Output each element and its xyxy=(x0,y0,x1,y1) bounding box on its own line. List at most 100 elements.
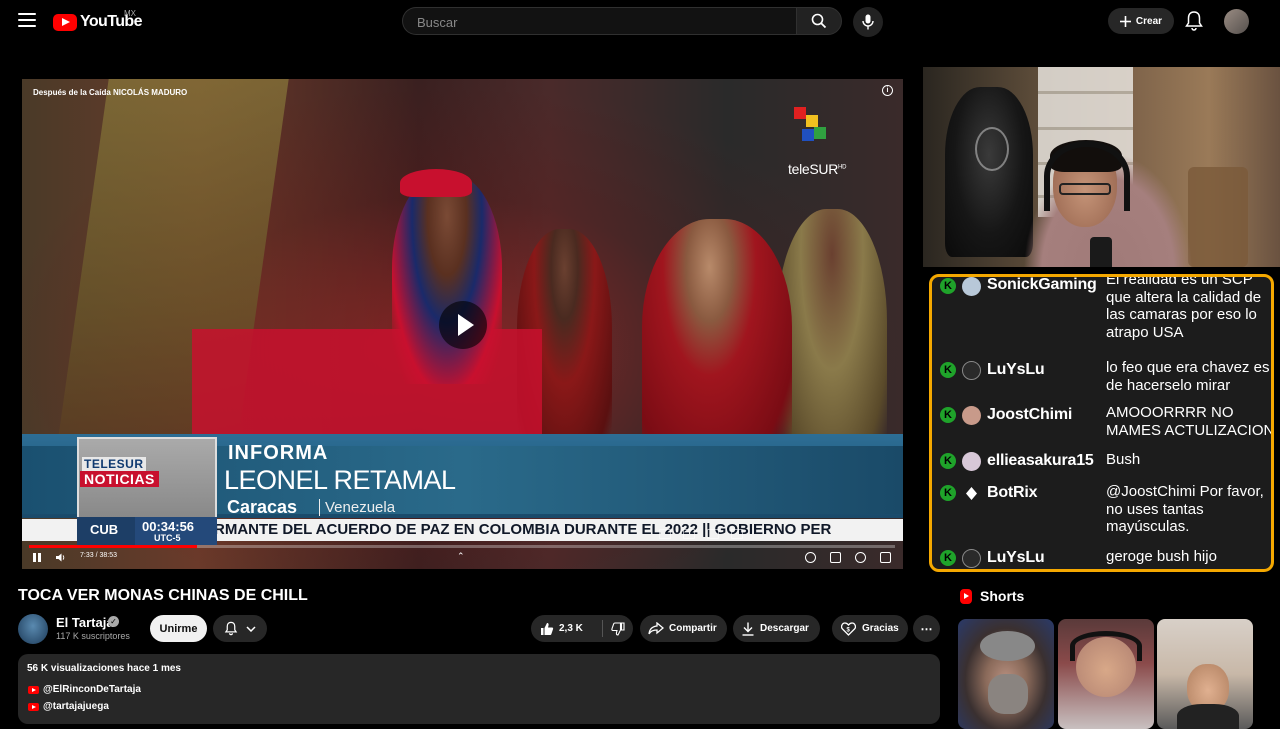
video-player[interactable]: Después de la Caída NICOLÁS MADURO i tel… xyxy=(22,79,903,569)
news-brand-top: TELESUR xyxy=(82,457,146,471)
ticker-clock: 00:34:56 xyxy=(142,519,195,534)
channel-name[interactable]: El Tartaja xyxy=(56,615,114,630)
mini-control-icon[interactable] xyxy=(659,529,671,539)
create-label: Crear xyxy=(1135,15,1163,27)
plus-icon xyxy=(1119,15,1131,27)
svg-text:$: $ xyxy=(847,627,851,633)
create-button[interactable]: Crear xyxy=(1108,8,1174,34)
menu-icon[interactable] xyxy=(18,13,36,27)
lower-third-name: LEONEL RETAMAL xyxy=(224,465,456,495)
account-avatar[interactable] xyxy=(1224,9,1249,34)
hanging-jacket xyxy=(945,87,1033,257)
streamer-webcam xyxy=(923,67,1280,267)
share-icon xyxy=(648,622,664,635)
short-thumbnail[interactable] xyxy=(1058,619,1154,729)
description-box[interactable]: 56 K visualizaciones hace 1 mes @ElRinco… xyxy=(18,654,940,724)
short-thumbnail[interactable] xyxy=(1157,619,1253,729)
video-overlay-title[interactable]: Después de la Caída NICOLÁS MADURO xyxy=(33,88,187,97)
search-button[interactable] xyxy=(796,7,842,35)
channel-avatar[interactable] xyxy=(18,614,48,644)
notifications-bell-icon[interactable] xyxy=(1184,10,1204,32)
miniplayer-icon[interactable] xyxy=(880,552,891,563)
share-button[interactable]: Compartir xyxy=(640,615,727,642)
mini-control-icon[interactable] xyxy=(707,529,719,539)
headset xyxy=(1044,141,1130,211)
like-dislike-group: 2,3 K xyxy=(531,615,633,642)
chat-text: geroge bush hijo xyxy=(1106,548,1217,565)
chevron-down-icon xyxy=(246,625,256,632)
search-box xyxy=(402,7,796,35)
chat-text: El realidad es un SCP que altera la cali… xyxy=(1106,274,1262,341)
ticker-region: CUB xyxy=(90,522,119,537)
youtube-small-icon xyxy=(28,685,39,694)
short-thumbnail[interactable] xyxy=(958,619,1054,729)
subscription-bell-button[interactable] xyxy=(213,615,267,642)
ticker-timezone: UTC-5 xyxy=(154,533,181,543)
like-button[interactable]: 2,3 K xyxy=(531,620,603,637)
thumbs-down-icon xyxy=(611,621,625,636)
chat-username: SonickGaming xyxy=(987,276,1097,293)
user-avatar xyxy=(962,277,981,296)
mini-control-icon[interactable] xyxy=(731,529,743,539)
thumbs-up-icon xyxy=(541,622,554,635)
chat-username: BotRix xyxy=(987,484,1038,501)
lower-third-label: INFORMA xyxy=(228,442,329,464)
autoplay-icon[interactable] xyxy=(805,552,816,563)
news-brand-bottom: NOTICIAS xyxy=(80,471,159,487)
player-controls: 7:33 / 38:53 ⌃ xyxy=(22,529,903,569)
kick-badge-icon: K xyxy=(940,453,956,469)
download-button[interactable]: Descargar xyxy=(733,615,820,642)
info-icon[interactable]: i xyxy=(882,85,893,96)
shorts-header: Shorts xyxy=(960,588,1024,604)
shorts-logo-icon xyxy=(960,588,972,604)
progress-bar[interactable] xyxy=(29,545,895,548)
youtube-play-icon xyxy=(53,13,77,31)
lower-third-country: Venezuela xyxy=(319,499,395,516)
thanks-label: Gracias xyxy=(862,623,899,634)
pause-icon[interactable] xyxy=(33,553,41,562)
user-avatar xyxy=(962,549,981,568)
like-count: 2,3 K xyxy=(559,623,583,634)
play-button[interactable] xyxy=(439,301,487,349)
bot-avatar-icon xyxy=(962,484,981,503)
progress-fill xyxy=(29,545,197,548)
join-button[interactable]: Unirme xyxy=(150,615,207,642)
country-code: MX xyxy=(124,9,136,18)
description-link[interactable]: @ElRinconDeTartaja xyxy=(28,684,141,695)
chat-username: ellieasakura15 xyxy=(987,452,1094,469)
user-avatar xyxy=(962,361,981,380)
chat-text: @JoostChimi Por favor, no uses tantas ma… xyxy=(1106,483,1264,535)
chat-username: LuYsLu xyxy=(987,361,1045,378)
description-link[interactable]: @tartajajuega xyxy=(28,701,109,712)
kick-badge-icon: K xyxy=(940,362,956,378)
verified-check-icon: ✓ xyxy=(108,616,119,627)
chevron-up-icon[interactable]: ⌃ xyxy=(457,551,465,562)
volume-icon[interactable] xyxy=(56,553,66,562)
kick-badge-icon: K xyxy=(940,550,956,566)
kick-badge-icon: K xyxy=(940,407,956,423)
download-label: Descargar xyxy=(760,623,809,634)
subtitles-icon[interactable] xyxy=(830,552,841,563)
kick-badge-icon: K xyxy=(940,485,956,501)
mini-control-icon[interactable] xyxy=(683,529,695,539)
telesur-logo-text: teleSURHD xyxy=(788,161,847,177)
chat-text: lo feo que era chavez es de hacerselo mi… xyxy=(1106,359,1270,394)
user-avatar xyxy=(962,452,981,471)
thanks-button[interactable]: $ Gracias xyxy=(832,615,908,642)
microphone-icon xyxy=(862,14,874,30)
lower-third-city: Caracas xyxy=(227,497,298,517)
chat-username: LuYsLu xyxy=(987,549,1045,566)
kick-badge-icon: K xyxy=(940,278,956,294)
chat-text: AMOOORRRR NO MAMES ACTULIZACION xyxy=(1106,404,1274,439)
top-bar: YouTube MX Crear xyxy=(0,0,1280,44)
shorts-title: Shorts xyxy=(980,588,1025,604)
settings-gear-icon[interactable] xyxy=(855,552,866,563)
more-actions-button[interactable]: ⋯ xyxy=(913,615,940,642)
search-icon xyxy=(811,13,827,29)
search-input[interactable] xyxy=(415,14,779,31)
voice-search-button[interactable] xyxy=(853,7,883,37)
time-display: 7:33 / 38:53 xyxy=(80,552,117,559)
download-icon xyxy=(742,622,754,636)
dislike-button[interactable] xyxy=(603,621,633,636)
share-label: Compartir xyxy=(669,623,717,634)
